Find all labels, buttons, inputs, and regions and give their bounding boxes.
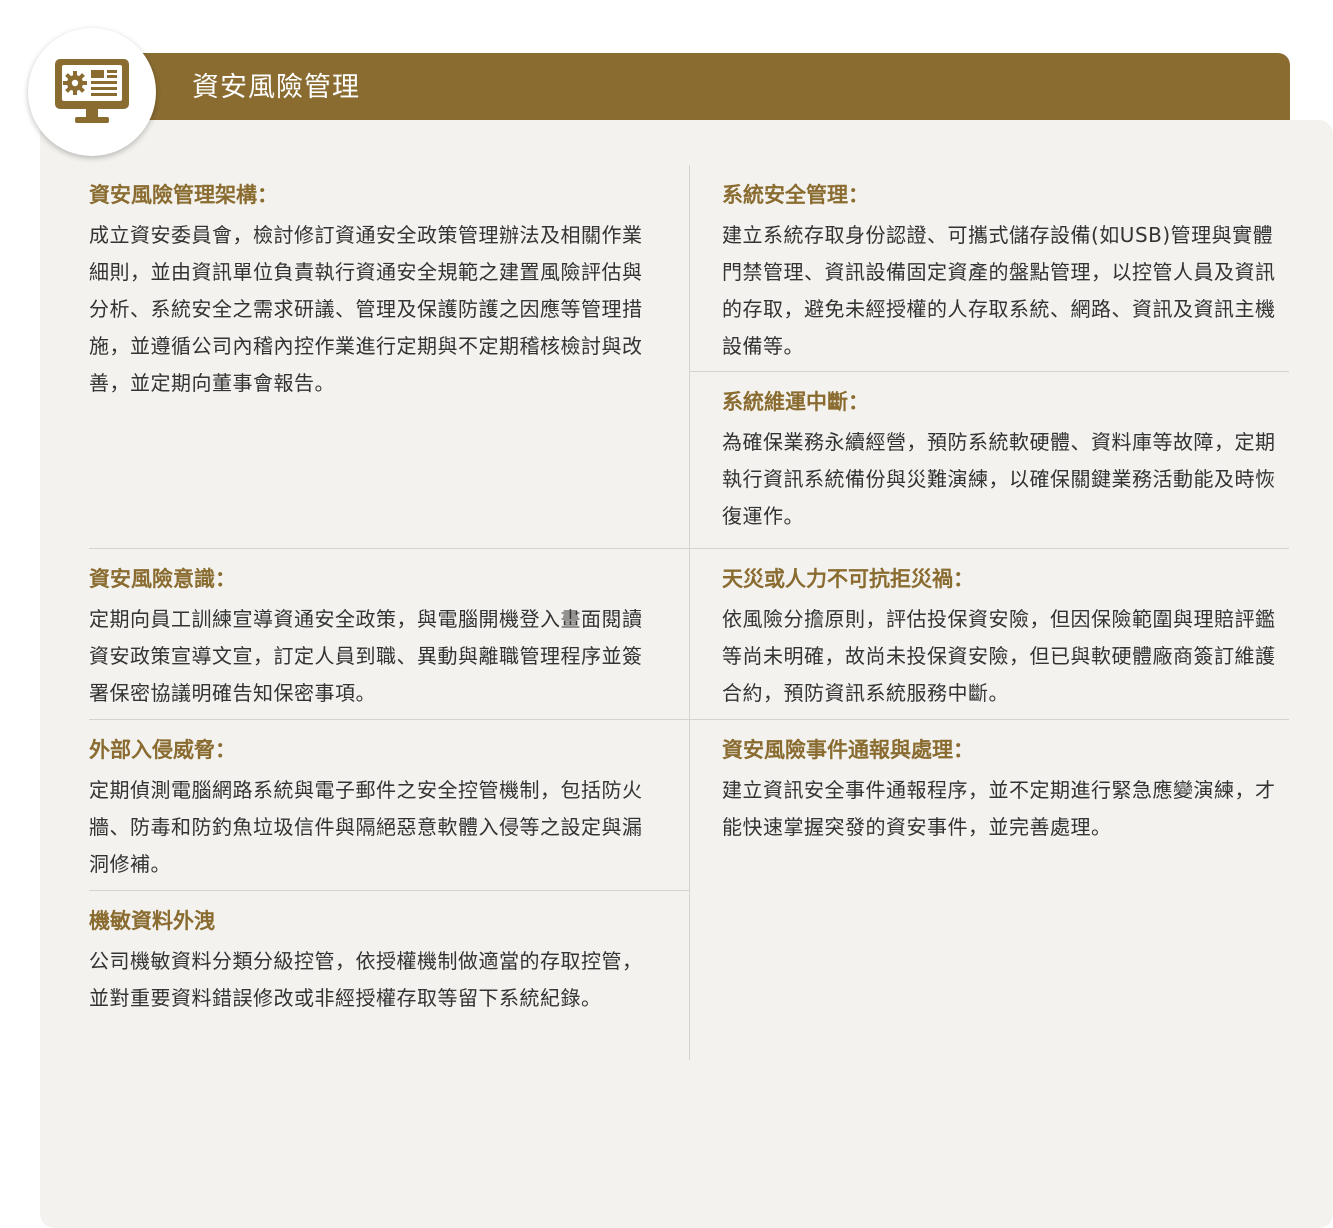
- section-title: 系統維運中斷：: [722, 390, 869, 414]
- divider-row-1: [89, 548, 1289, 549]
- section-body: 為確保業務永續經營，預防系統軟硬體、資料庫等故障，定期執行資訊系統備份與災難演練…: [722, 430, 1276, 528]
- section-title: 資安風險事件通報與處理：: [722, 738, 974, 762]
- section-framework: 資安風險管理架構： 成立資安委員會，檢討修訂資通安全政策管理辦法及相關作業細則，…: [89, 180, 659, 402]
- monitor-settings-icon: [55, 59, 129, 123]
- section-body: 定期向員工訓練宣導資通安全政策，與電腦開機登入畫面閱讀資安政策宣導文宣，訂定人員…: [89, 607, 643, 705]
- page-title: 資安風險管理: [192, 72, 360, 103]
- section-intrusion: 外部入侵威脅： 定期偵測電腦網路系統與電子郵件之安全控管機制，包括防火牆、防毒和…: [89, 735, 659, 883]
- section-body: 建立系統存取身份認證、可攜式儲存設備(如USB)管理與實體門禁管理、資訊設備固定…: [722, 223, 1276, 358]
- section-title: 機敏資料外洩: [89, 909, 215, 933]
- section-system-security: 系統安全管理： 建立系統存取身份認證、可攜式儲存設備(如USB)管理與實體門禁管…: [722, 180, 1292, 365]
- header-badge: [28, 28, 156, 156]
- section-incident: 資安風險事件通報與處理： 建立資訊安全事件通報程序，並不定期進行緊急應變演練，才…: [722, 735, 1292, 846]
- section-body: 成立資安委員會，檢討修訂資通安全政策管理辦法及相關作業細則，並由資訊單位負責執行…: [89, 223, 643, 395]
- column-divider: [689, 165, 690, 1060]
- section-operation-interruption: 系統維運中斷： 為確保業務永續經營，預防系統軟硬體、資料庫等故障，定期執行資訊系…: [722, 387, 1292, 535]
- divider-left-3: [89, 890, 689, 891]
- section-title: 系統安全管理：: [722, 183, 869, 207]
- divider-right-1: [690, 371, 1289, 372]
- section-title: 資安風險意識：: [89, 567, 236, 591]
- section-body: 定期偵測電腦網路系統與電子郵件之安全控管機制，包括防火牆、防毒和防釣魚垃圾信件與…: [89, 778, 643, 876]
- section-body: 建立資訊安全事件通報程序，並不定期進行緊急應變演練，才能快速掌握突發的資安事件，…: [722, 778, 1276, 839]
- section-title: 外部入侵威脅：: [89, 738, 236, 762]
- section-awareness: 資安風險意識： 定期向員工訓練宣導資通安全政策，與電腦開機登入畫面閱讀資安政策宣…: [89, 564, 659, 712]
- section-title: 資安風險管理架構：: [89, 183, 278, 207]
- section-leakage: 機敏資料外洩 公司機敏資料分類分級控管，依授權機制做適當的存取控管，並對重要資料…: [89, 906, 659, 1017]
- section-body: 公司機敏資料分類分級控管，依授權機制做適當的存取控管，並對重要資料錯誤修改或非經…: [89, 949, 643, 1010]
- section-force-majeure: 天災或人力不可抗拒災禍： 依風險分擔原則，評估投保資安險，但因保險範圍與理賠評鑑…: [722, 564, 1292, 712]
- section-body: 依風險分擔原則，評估投保資安險，但因保險範圍與理賠評鑑等尚未明確，故尚未投保資安…: [722, 607, 1276, 705]
- section-title: 天災或人力不可抗拒災禍：: [722, 567, 974, 591]
- divider-row-2: [89, 719, 1289, 720]
